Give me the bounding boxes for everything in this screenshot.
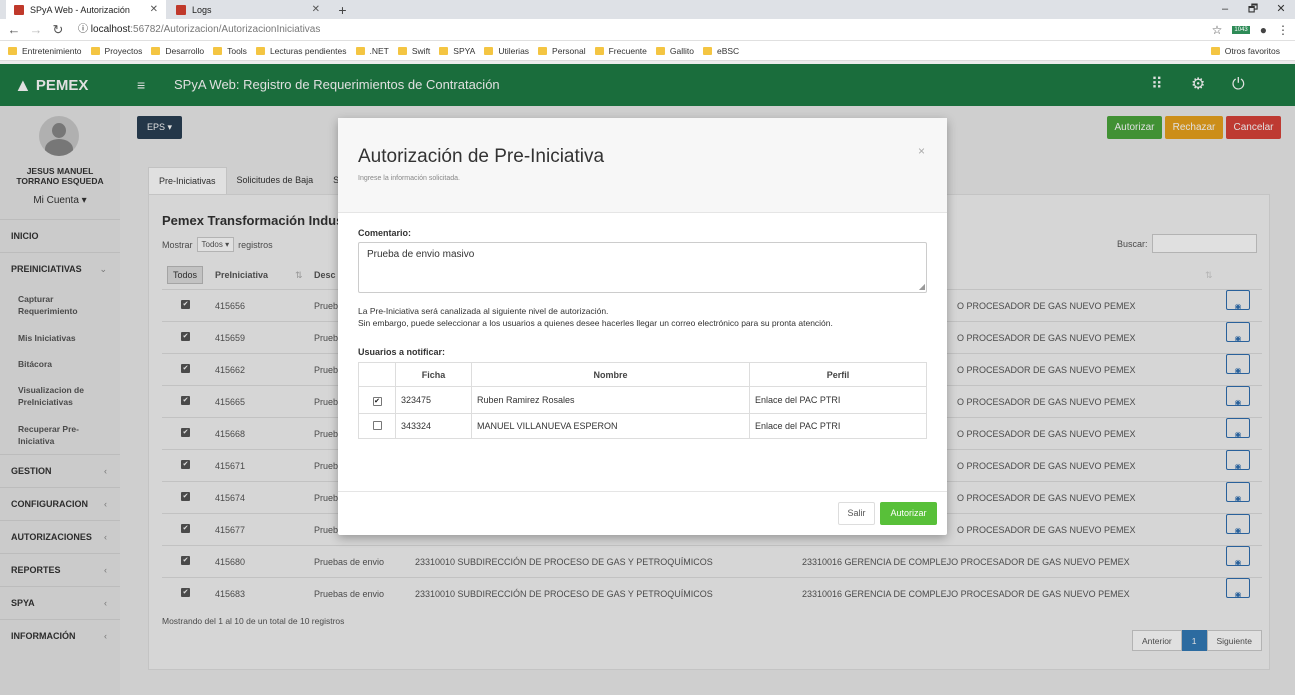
column-header-nombre: Nombre: [471, 362, 750, 387]
folder-icon: [594, 46, 604, 55]
modal-autorizar-button[interactable]: Autorizar: [880, 502, 937, 525]
bookmark-label: .NET: [369, 45, 389, 56]
window-controls: – 🗗 ✕: [1211, 0, 1295, 19]
address-bar-icons: ☆ 1043 ● ⋮: [1212, 19, 1289, 41]
comment-value: Prueba de envio masivo: [367, 249, 475, 260]
bookmark-item[interactable]: Swift: [397, 45, 431, 56]
folder-icon: [1210, 47, 1220, 55]
bookmark-label: Utilerias: [498, 45, 530, 56]
close-tab-icon[interactable]: ✕: [312, 4, 320, 15]
bookmark-item[interactable]: .NET: [355, 45, 389, 56]
favicon-icon: [14, 4, 24, 15]
user-checkbox[interactable]: [372, 420, 382, 430]
bookmark-item[interactable]: Desarrollo: [151, 46, 204, 56]
bookmark-label: Swift: [411, 45, 431, 56]
table-row: ✔ 323475 Ruben Ramirez Rosales Enlace de…: [358, 386, 927, 414]
comment-label: Comentario:: [358, 228, 412, 238]
bookmark-label: Proyectos: [104, 45, 143, 56]
folder-icon: [151, 46, 161, 55]
bookmark-label: eBSC: [716, 45, 740, 56]
new-tab-button[interactable]: +: [333, 0, 352, 19]
menu-dots-icon[interactable]: ⋮: [1277, 23, 1289, 37]
bookmark-item[interactable]: Frecuente: [594, 45, 647, 56]
bookmark-label: Gallito: [669, 45, 694, 56]
table-row: 343324 MANUEL VILLANUEVA ESPERON Enlace …: [358, 413, 927, 439]
column-header-check: [358, 362, 396, 387]
info-text: La Pre-Iniciativa será canalizada al sig…: [358, 305, 833, 329]
other-bookmarks[interactable]: Otros favoritos: [1210, 41, 1280, 61]
tab-title: Logs: [192, 4, 212, 15]
folder-icon: [439, 46, 449, 55]
bookmark-label: Tools: [227, 45, 247, 56]
comment-textarea[interactable]: Prueba de envio masivo ◢: [358, 242, 927, 293]
bookmark-item[interactable]: Personal: [538, 46, 586, 56]
bookmark-item[interactable]: Utilerias: [484, 46, 529, 56]
bookmark-item[interactable]: Gallito: [655, 45, 694, 56]
ficha-cell: 323475: [395, 386, 472, 414]
profile-icon[interactable]: ●: [1260, 23, 1267, 37]
bookmark-label: Desarrollo: [165, 45, 205, 56]
back-icon[interactable]: ←: [6, 19, 22, 41]
folder-icon: [255, 46, 265, 55]
close-tab-icon[interactable]: ✕: [150, 4, 158, 15]
bookmark-item[interactable]: Lecturas pendientes: [255, 45, 347, 56]
forward-icon[interactable]: →: [28, 19, 44, 41]
resize-handle-icon[interactable]: ◢: [919, 282, 925, 291]
nombre-cell: Ruben Ramirez Rosales: [471, 386, 750, 414]
bookmark-item[interactable]: Entretenimiento: [8, 46, 82, 56]
bookmark-item[interactable]: Tools: [213, 46, 247, 56]
bookmark-item[interactable]: eBSC: [702, 45, 740, 56]
favicon-icon: [176, 4, 186, 15]
bookmark-item[interactable]: SPYA: [439, 46, 475, 56]
browser-tab-logs[interactable]: Logs ✕: [168, 0, 328, 19]
check-cell: [358, 413, 396, 439]
users-label: Usuarios a notificar:: [358, 347, 446, 357]
perfil-cell: Enlace del PAC PTRI: [749, 413, 927, 439]
folder-icon: [655, 46, 665, 55]
users-table: Ficha Nombre Perfil ✔ 323475 Ruben Ramir…: [358, 362, 927, 439]
restore-button[interactable]: 🗗: [1239, 0, 1267, 19]
minimize-button[interactable]: –: [1211, 0, 1239, 19]
bookmark-item[interactable]: Proyectos: [90, 45, 143, 56]
bookmark-label: Personal: [552, 45, 586, 56]
modal-title: Autorización de Pre-Iniciativa: [358, 146, 605, 167]
extension-badge[interactable]: 1043: [1232, 26, 1250, 34]
url-field[interactable]: ⓘ localhost:56782/Autorizacion/Autorizac…: [78, 19, 320, 41]
info-line: Sin embargo, puede seleccionar a los usu…: [358, 318, 833, 328]
url-path: :56782/Autorizacion/AutorizacionIniciati…: [130, 24, 321, 35]
user-checkbox[interactable]: ✔: [372, 396, 382, 406]
folder-icon: [90, 46, 100, 55]
check-cell: ✔: [358, 386, 396, 414]
info-line: La Pre-Iniciativa será canalizada al sig…: [358, 306, 609, 316]
url-host: localhost: [90, 24, 131, 35]
reload-icon[interactable]: ↻: [50, 19, 66, 41]
bookmark-label: Entretenimiento: [22, 45, 82, 56]
folder-icon: [484, 46, 494, 55]
folder-icon: [702, 46, 712, 55]
ficha-cell: 343324: [395, 413, 472, 439]
perfil-cell: Enlace del PAC PTRI: [749, 386, 927, 414]
bookmark-label: SPYA: [453, 45, 476, 56]
modal-subtitle: Ingrese la información solicitada.: [358, 175, 460, 182]
column-header-ficha: Ficha: [395, 362, 472, 387]
column-header-perfil: Perfil: [749, 362, 927, 387]
folder-icon: [8, 46, 17, 55]
close-icon[interactable]: ×: [918, 144, 925, 158]
folder-icon: [213, 46, 223, 55]
nombre-cell: MANUEL VILLANUEVA ESPERON: [471, 413, 750, 439]
bookmark-label: Otros favoritos: [1224, 46, 1280, 56]
folder-icon: [355, 46, 365, 55]
folder-icon: [397, 46, 407, 55]
salir-button[interactable]: Salir: [838, 502, 875, 525]
close-window-button[interactable]: ✕: [1267, 0, 1295, 19]
bookmark-label: Frecuente: [608, 45, 647, 56]
folder-icon: [538, 46, 548, 55]
tab-title: SPyA Web - Autorización: [30, 4, 130, 15]
browser-tab-active[interactable]: SPyA Web - Autorización ✕: [6, 0, 166, 19]
bookmarks-bar: Entretenimiento Proyectos Desarrollo Too…: [0, 41, 1295, 61]
bookmark-label: Lecturas pendientes: [269, 45, 347, 56]
star-icon[interactable]: ☆: [1212, 23, 1223, 37]
